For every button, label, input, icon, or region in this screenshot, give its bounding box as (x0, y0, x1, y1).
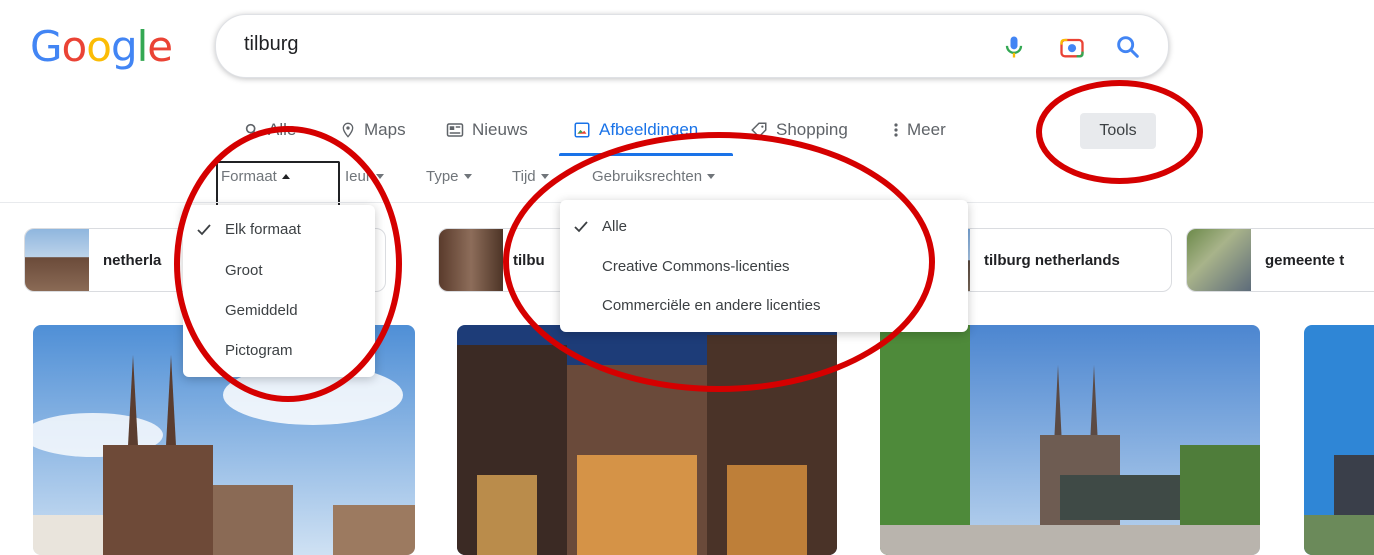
chip-thumbnail (25, 229, 89, 291)
square-photo (880, 325, 1260, 555)
tab-maps[interactable]: Maps (340, 118, 406, 142)
filter-time[interactable]: Tijd (512, 168, 549, 185)
related-chip[interactable]: tilbu (438, 228, 580, 292)
filter-label: Type (426, 168, 459, 185)
tab-label: Afbeeldingen (599, 120, 699, 139)
search-icon[interactable] (1114, 33, 1142, 61)
chip-label: tilburg netherlands (984, 251, 1120, 269)
tab-all[interactable]: Alle (244, 118, 296, 142)
chip-thumbnail (439, 229, 503, 291)
tab-label: Maps (364, 120, 406, 139)
size-option-large[interactable]: Groot (225, 262, 263, 279)
more-vertical-icon (894, 123, 898, 137)
search-bar[interactable]: tilburg (215, 14, 1169, 78)
active-tab-indicator (559, 153, 733, 156)
map-pin-icon (342, 122, 354, 138)
filter-type[interactable]: Type (426, 168, 472, 185)
tools-button[interactable]: Tools (1080, 113, 1156, 149)
search-icon (245, 123, 258, 136)
tab-label: Meer (907, 120, 946, 139)
caret-down-icon (463, 174, 472, 179)
image-result[interactable] (1304, 325, 1374, 555)
filter-label: Gebruiksrechten (592, 168, 703, 185)
checkmark-icon (574, 221, 588, 233)
tab-images[interactable]: Afbeeldingen (573, 118, 698, 142)
street-photo (457, 325, 837, 555)
tab-label: Nieuws (472, 120, 528, 139)
google-logo[interactable]: Google (30, 22, 173, 71)
caret-down-icon (540, 174, 549, 179)
chip-label: tilbu (513, 251, 545, 269)
caret-down-icon (375, 174, 384, 179)
rights-option-commercial[interactable]: Commerciële en andere licenties (602, 297, 820, 314)
logo-letter: g (110, 22, 138, 71)
tab-label: Alle (268, 120, 297, 139)
filter-size[interactable]: Formaat (221, 168, 290, 185)
city-photo (1304, 325, 1374, 555)
microphone-icon[interactable] (1000, 33, 1028, 61)
filter-label: Formaat (221, 168, 277, 185)
tab-label: Shopping (776, 120, 848, 139)
image-result[interactable] (880, 325, 1260, 555)
chip-label: netherla (103, 251, 162, 269)
chip-label: gemeente t (1265, 251, 1345, 269)
tab-news[interactable]: Nieuws (446, 118, 528, 142)
search-input[interactable]: tilburg (244, 33, 298, 56)
rights-option-all[interactable]: Alle (602, 218, 627, 235)
tag-icon (751, 122, 767, 138)
filter-usage-rights[interactable]: Gebruiksrechten (592, 168, 716, 185)
caret-down-icon (707, 174, 716, 179)
logo-letter: o (61, 22, 88, 71)
related-chip[interactable]: gemeente t (1186, 228, 1374, 292)
camera-icon[interactable] (1058, 33, 1086, 61)
logo-letter: o (86, 22, 112, 71)
size-option-medium[interactable]: Gemiddeld (225, 302, 298, 319)
filter-label: Ieur (345, 168, 371, 185)
chip-thumbnail (1187, 229, 1251, 291)
size-dropdown-menu: Elk formaat Groot Gemiddeld Pictogram (183, 205, 375, 377)
size-option-any[interactable]: Elk formaat (225, 221, 301, 238)
logo-letter: l (136, 22, 149, 71)
image-result[interactable] (457, 325, 837, 555)
tab-more[interactable]: Meer (893, 118, 946, 142)
image-icon (574, 122, 590, 138)
usage-rights-dropdown-menu: Alle Creative Commons-licenties Commerci… (560, 200, 968, 332)
size-option-icon[interactable]: Pictogram (225, 342, 293, 359)
rights-option-creative-commons[interactable]: Creative Commons-licenties (602, 258, 790, 275)
logo-letter: G (30, 22, 63, 71)
caret-up-icon (281, 174, 290, 179)
filter-color[interactable]: Ieur (345, 168, 384, 185)
tab-shopping[interactable]: Shopping (750, 118, 848, 142)
filter-label: Tijd (512, 168, 536, 185)
logo-letter: e (147, 22, 173, 71)
checkmark-icon (197, 224, 211, 236)
newspaper-icon (446, 123, 464, 137)
